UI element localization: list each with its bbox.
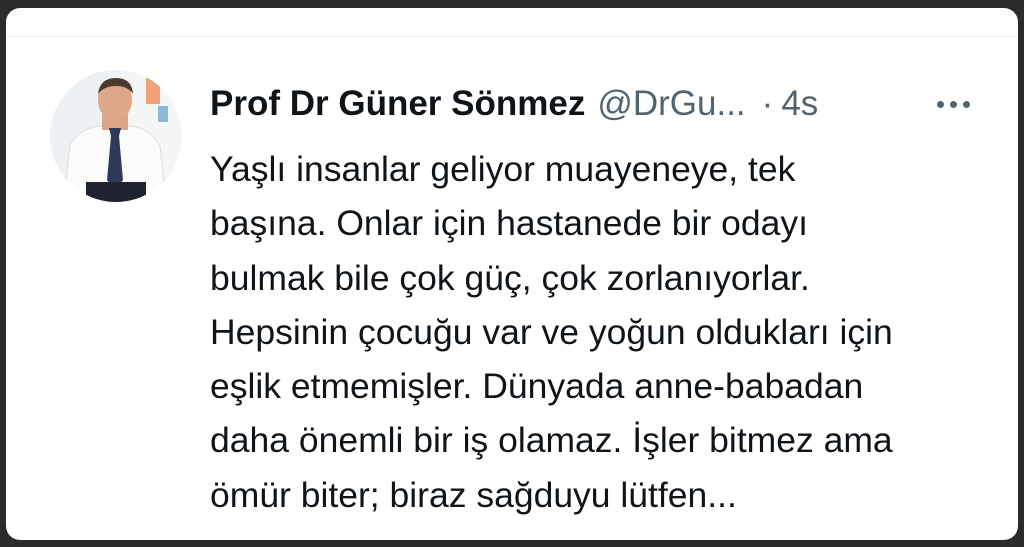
tweet-text-line: bulmak bile çok güç, çok zorlanıyorlar. [210, 257, 810, 298]
timestamp[interactable]: 4s [781, 82, 818, 126]
tweet-text-line: eşlik etmemişler. Dünyada anne-babadan [210, 366, 864, 407]
more-options-button[interactable] [924, 84, 982, 124]
more-horizontal-icon [949, 100, 957, 108]
author-name[interactable]: Prof Dr Güner Sönmez [210, 82, 585, 126]
separator-dot: · [761, 84, 774, 123]
tweet-text-line: başına. Onlar için hastanede bir odayı [210, 203, 808, 244]
author-handle[interactable]: @DrGu... [597, 82, 745, 126]
tweet-card[interactable]: Prof Dr Güner Sönmez @DrGu... · 4s Yaşlı… [6, 8, 1018, 540]
tweet-text-line: Hepsinin çocuğu var ve yoğun oldukları i… [210, 311, 893, 352]
divider [6, 36, 1018, 37]
tweet-header: Prof Dr Güner Sönmez @DrGu... · 4s [210, 82, 1000, 126]
avatar-photo [50, 70, 182, 202]
more-horizontal-icon [936, 100, 944, 108]
tweet-text: Yaşlı insanlar geliyor muayeneye, tek ba… [210, 142, 1000, 522]
tweet-text-line: Yaşlı insanlar geliyor muayeneye, tek [210, 149, 796, 189]
avatar[interactable] [50, 70, 182, 202]
more-horizontal-icon [962, 100, 970, 108]
tweet-text-line: daha önemli bir iş olamaz. İşler bitmez … [210, 420, 893, 461]
tweet-body: Prof Dr Güner Sönmez @DrGu... · 4s Yaşlı… [210, 82, 1000, 522]
tweet-text-line: ömür biter; biraz sağduyu lütfen... [210, 474, 737, 515]
